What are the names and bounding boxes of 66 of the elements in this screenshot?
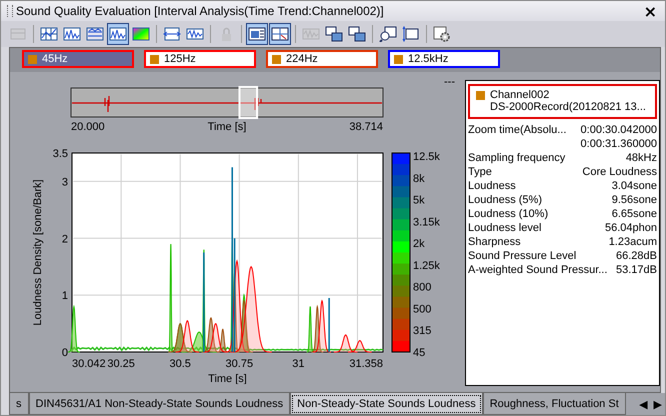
- source-name: DS-2000Record(20120821 13...: [489, 101, 646, 113]
- property-value: 9.56sone: [612, 193, 657, 207]
- property-label: A-weighted Sound Pressur...: [468, 263, 608, 277]
- property-value: 6.65sone: [612, 207, 657, 221]
- overview-value: ---: [444, 76, 455, 88]
- axis-tick-label: 30.25: [107, 358, 135, 370]
- sheet-tab[interactable]: s: [9, 393, 28, 415]
- axis-tick-label: 31.358: [349, 358, 383, 370]
- property-label: Loudness level: [468, 221, 542, 235]
- axis-tick-label: 1: [62, 290, 68, 302]
- color-scale-label: 1.25k: [413, 260, 440, 272]
- property-label: Loudness (5%): [468, 193, 542, 207]
- grip-icon: [7, 5, 13, 17]
- color-scale-label: 5k: [413, 194, 425, 207]
- property-label: Loudness (10%): [468, 207, 548, 221]
- axis-title: Loudness Density [sone/Bark]: [32, 179, 44, 326]
- axis-tick-label: 30.75: [226, 358, 254, 370]
- axis-tick-label: 3.5: [52, 148, 68, 160]
- band-tab[interactable]: 12.5kHz: [388, 50, 500, 68]
- panel-icon[interactable]: [246, 23, 268, 45]
- property-label: Sharpness: [468, 235, 521, 249]
- axis-tick-label: 2: [62, 233, 68, 246]
- property-value: 1.23acum: [608, 235, 657, 249]
- axis-tick-label: 30.5: [170, 358, 191, 370]
- axis-tick-label: 20.000: [71, 121, 105, 133]
- axis-title: Time [s]: [208, 121, 246, 133]
- property-value: 0:00:30.042000: [580, 123, 657, 137]
- range-handle[interactable]: [238, 86, 258, 119]
- property-value: Core Loudness: [582, 165, 657, 179]
- color-scale-label: 45: [413, 347, 426, 359]
- property-label: Type: [468, 165, 492, 179]
- axis-tick-label: 0: [62, 347, 68, 359]
- band-tab[interactable]: 224Hz: [266, 50, 378, 68]
- sheet-tab[interactable]: Non-Steady-State Sounds Loudness: [290, 393, 483, 415]
- wave-icon[interactable]: [107, 23, 129, 45]
- property-label: Sampling frequency: [468, 151, 566, 165]
- axis-tick-label: 31: [292, 358, 305, 370]
- property-label: Sound Pressure Level: [468, 249, 576, 263]
- color-scale-label: 315: [413, 325, 432, 338]
- color-scale-label: 12.5k: [413, 151, 440, 163]
- channel-name: Channel002: [490, 89, 550, 101]
- property-value: 3.04sone: [612, 179, 657, 193]
- sheet-tab[interactable]: DIN45631/A1 Non-Steady-State Sounds Loudness: [28, 393, 290, 415]
- axis-tick-label: 3: [62, 176, 68, 188]
- color-scale-label: 500: [413, 303, 432, 316]
- property-value: 66.28dB: [616, 249, 657, 263]
- band-tab[interactable]: 45Hz: [22, 50, 134, 68]
- band-tab[interactable]: 125Hz: [144, 50, 256, 68]
- axis-title: Time [s]: [208, 373, 247, 384]
- property-value: 53.17dB: [616, 263, 657, 277]
- property-value: 48kHz: [626, 151, 657, 165]
- window-title: Sound Quality Evaluation [Interval Analysis(Time Trend:Channel002)]: [16, 4, 385, 18]
- color-scale-label: 800: [413, 282, 432, 294]
- property-value: 0:00:31.360000: [580, 137, 657, 151]
- property-label: Zoom time(Absolu...: [468, 123, 566, 137]
- cursor-icon[interactable]: [269, 23, 291, 45]
- close-button[interactable]: ×: [642, 2, 659, 20]
- property-label: Loudness: [468, 179, 516, 193]
- property-value: 56.04phon: [605, 221, 657, 235]
- sheet-tab[interactable]: Roughness, Fluctuation St: [482, 393, 626, 415]
- axis-tick-label: 30.042: [72, 358, 106, 370]
- axis-tick-label: 38.714: [349, 121, 383, 133]
- color-scale-label: 2k: [413, 238, 425, 250]
- channel-color-icon: [476, 90, 485, 100]
- color-scale-label: 8k: [413, 172, 425, 185]
- color-scale-label: 3.15k: [413, 216, 440, 228]
